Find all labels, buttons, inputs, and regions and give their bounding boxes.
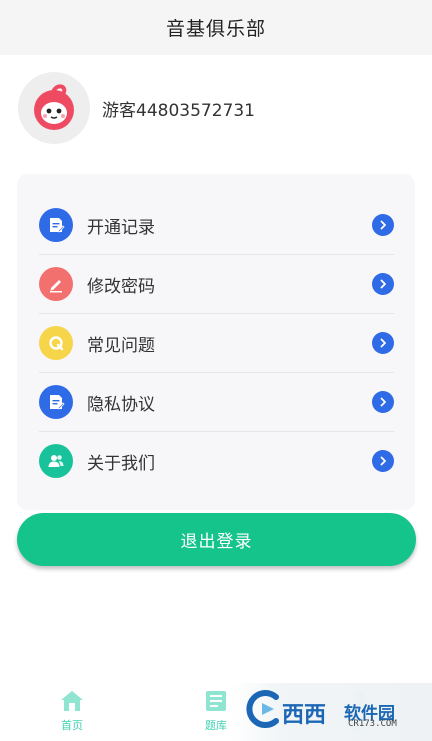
chevron-right-icon [372,450,394,472]
mascot-avatar-icon [34,84,74,130]
watermark: 西西 软件园 CR173.COM [232,683,432,741]
question-bank-icon [206,691,226,711]
chevron-right-icon [372,332,394,354]
menu-item-label: 隐私协议 [87,394,155,415]
menu-item-faq[interactable]: 常见问题 [39,314,394,373]
tab-label: 首页 [61,719,83,732]
document-icon [39,208,73,242]
menu-card: 开通记录 修改密码 常见问题 隐私协议 关于我们 [17,174,415,510]
menu-item-label: 常见问题 [87,335,155,356]
tab-label: 题库 [205,719,227,732]
users-icon [39,444,73,478]
menu-list: 开通记录 修改密码 常见问题 隐私协议 关于我们 [39,196,394,490]
menu-item-about-us[interactable]: 关于我们 [39,432,394,490]
chevron-right-icon [372,214,394,236]
logout-button[interactable]: 退出登录 [17,513,416,566]
tab-home[interactable]: 首页 [32,683,112,741]
menu-item-change-password[interactable]: 修改密码 [39,255,394,314]
username: 游客44803572731 [102,100,255,121]
cr-logo-icon [246,690,279,728]
profile-section: 游客44803572731 [18,72,255,144]
question-q-icon [39,326,73,360]
menu-item-subscription-records[interactable]: 开通记录 [39,196,394,255]
menu-item-label: 修改密码 [87,276,155,297]
watermark-brand: 西西 [282,703,327,728]
chevron-right-icon [372,391,394,413]
avatar[interactable] [18,72,90,144]
app-header: 音基俱乐部 [0,0,432,55]
document-icon [39,385,73,419]
menu-item-label: 开通记录 [87,217,155,238]
home-icon [61,691,83,711]
menu-item-label: 关于我们 [87,453,155,474]
page-title: 音基俱乐部 [165,18,266,40]
pen-icon [39,267,73,301]
menu-item-privacy-policy[interactable]: 隐私协议 [39,373,394,432]
watermark-url: CR173.COM [348,719,397,729]
chevron-right-icon [372,273,394,295]
